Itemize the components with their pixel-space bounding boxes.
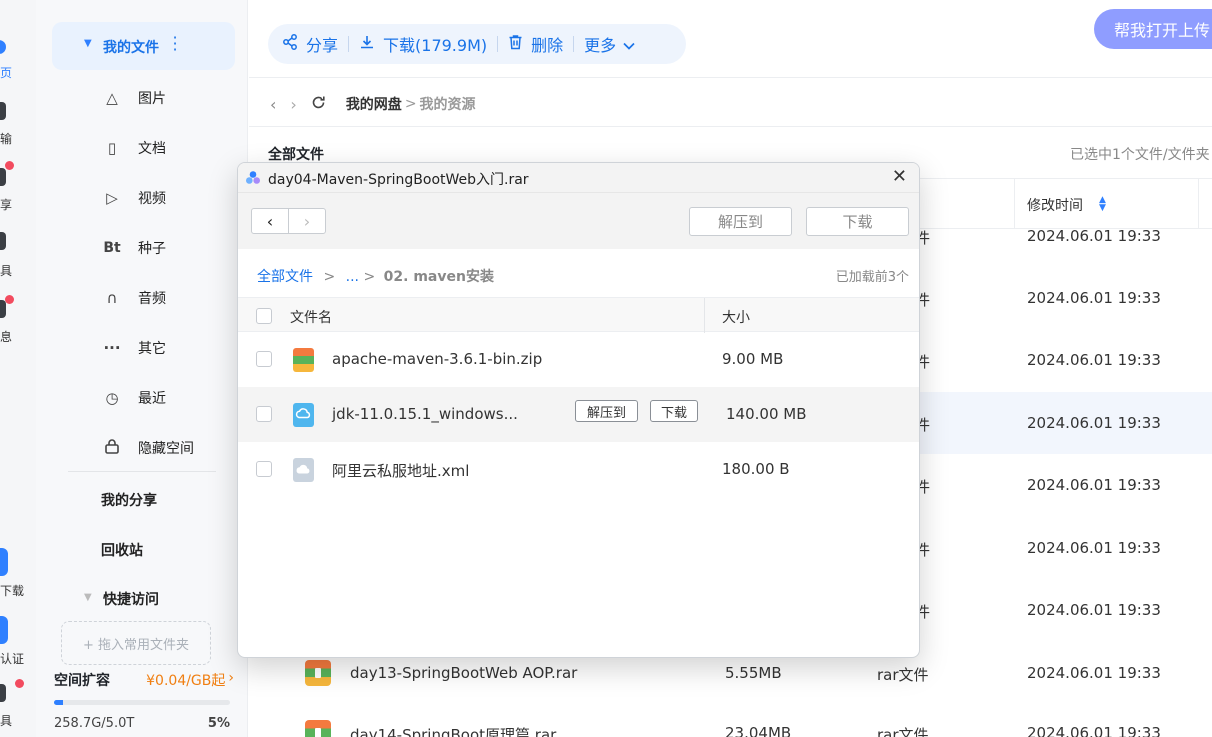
dialog-title-bar[interactable]: day04-Maven-SpringBootWeb入门.rar ✕	[238, 163, 919, 193]
more-button[interactable]: 更多	[584, 32, 635, 56]
chevron-right-icon: ›	[228, 670, 234, 686]
section-title: 全部文件	[268, 147, 324, 163]
quick-access-drop-zone[interactable]: + 拖入常用文件夹	[61, 621, 211, 665]
loaded-status: 已加载前3个	[835, 270, 909, 285]
forward-icon[interactable]: ›	[290, 95, 296, 114]
download-app-icon	[0, 548, 8, 576]
breadcrumb: ‹ › 我的网盘 > 我的资源	[270, 94, 476, 114]
divider	[573, 36, 575, 52]
storage-info: 258.7G/5.0T 5%	[54, 716, 230, 731]
breadcrumb-root[interactable]: 我的网盘	[346, 94, 402, 114]
refresh-icon[interactable]	[311, 95, 326, 114]
storage-progress-fill	[54, 700, 63, 705]
forward-button[interactable]: ›	[288, 209, 325, 233]
chevron-down-icon	[623, 35, 635, 54]
more-vertical-icon[interactable]: · · ·	[172, 30, 178, 58]
nav-item-docs[interactable]: ▯ 文档	[102, 136, 166, 160]
dialog-crumb-current: 02. maven安装	[383, 269, 494, 285]
archive-preview-dialog: day04-Maven-SpringBootWeb入门.rar ✕ ‹ › 解压…	[237, 162, 920, 658]
open-upload-assistant-button[interactable]: 帮我打开上传	[1094, 9, 1212, 49]
dialog-breadcrumb: 全部文件 > ... > 02. maven安装	[257, 269, 494, 285]
file-toolbar: 分享 下载(179.9M) 删除 更多	[268, 24, 686, 64]
storage-progress-bar	[54, 700, 230, 705]
cloud-file-icon	[293, 458, 314, 482]
breadcrumb-current: 我的资源	[419, 97, 476, 113]
toolbox-icon	[0, 232, 6, 250]
dialog-crumb-ellipsis[interactable]: ...	[346, 269, 359, 285]
verify-icon	[0, 616, 8, 644]
chevron-down-icon[interactable]: ▼	[84, 38, 92, 49]
nav-panel: ▼ 我的文件 · · · △ 图片 ▯ 文档 ▷ 视频 Bt 种子 ∩ 音频 ···…	[36, 0, 248, 737]
dialog-toolbar: ‹ › 解压到 下载	[238, 193, 919, 249]
row-download-button[interactable]: 下载	[650, 400, 698, 422]
tools-icon	[0, 684, 6, 702]
installer-icon	[293, 403, 314, 427]
message-icon	[0, 300, 6, 318]
list-item[interactable]: 阿里云私服地址.xml 180.00 B	[238, 442, 919, 497]
mountain-icon: △	[106, 89, 118, 107]
divider	[704, 298, 705, 333]
dialog-title: day04-Maven-SpringBootWeb入门.rar	[268, 172, 529, 188]
back-icon[interactable]: ‹	[270, 95, 276, 114]
nav-recycle-bin[interactable]: 回收站	[101, 540, 143, 560]
share-icon	[0, 168, 6, 186]
row-extract-button[interactable]: 解压到	[575, 400, 638, 422]
nav-item-video[interactable]: ▷ 视频	[102, 186, 166, 210]
row-checkbox[interactable]	[256, 461, 272, 477]
download-button[interactable]: 下载(179.9M)	[359, 32, 487, 56]
row-checkbox[interactable]	[256, 351, 272, 367]
ellipsis-icon: ···	[103, 339, 121, 357]
divider	[348, 36, 350, 52]
dialog-crumb-root[interactable]: 全部文件	[257, 269, 313, 285]
nav-my-share[interactable]: 我的分享	[101, 490, 157, 510]
notification-dot	[15, 679, 24, 688]
app-logo-icon	[245, 170, 261, 186]
nav-my-files[interactable]: ▼ 我的文件 · · ·	[52, 22, 235, 70]
chevron-down-icon[interactable]: ▼	[84, 592, 92, 603]
download-icon	[359, 34, 375, 54]
nav-quick-access[interactable]: 快捷访问	[103, 589, 159, 609]
divider	[249, 126, 1212, 127]
dialog-file-header: 文件名 大小	[238, 297, 919, 333]
divider	[68, 471, 216, 472]
nav-item-other[interactable]: ··· 其它	[102, 336, 166, 360]
delete-button[interactable]: 删除	[508, 32, 563, 56]
extract-to-button[interactable]: 解压到	[689, 207, 792, 236]
list-item[interactable]: apache-maven-3.6.1-bin.zip 9.00 MB	[238, 332, 919, 387]
nav-item-audio[interactable]: ∩ 音频	[102, 286, 167, 310]
document-icon: ▯	[107, 139, 117, 157]
notification-dot	[5, 295, 14, 304]
select-all-checkbox[interactable]	[256, 308, 272, 324]
left-rail: 页 输 享 具 息 下载 认证 具	[0, 0, 36, 737]
trash-icon	[508, 34, 523, 54]
dialog-nav-buttons: ‹ ›	[251, 208, 326, 234]
list-item-hovered[interactable]: jdk-11.0.15.1_windows... 解压到 下载 140.00 M…	[238, 387, 919, 442]
nav-item-torrent[interactable]: Bt 种子	[102, 236, 166, 260]
rar-file-icon	[305, 660, 331, 686]
nav-item-hidden-space[interactable]: 隐藏空间	[102, 436, 194, 460]
space-expand-row[interactable]: 空间扩容 ¥0.04/GB起 ›	[54, 670, 234, 690]
divider	[249, 77, 1212, 78]
notification-dot	[5, 161, 14, 170]
share-icon	[282, 34, 298, 54]
close-icon[interactable]: ✕	[892, 166, 907, 187]
nav-item-recent[interactable]: ◷ 最近	[102, 386, 166, 410]
selection-status: 已选中1个文件/文件夹	[1070, 147, 1210, 163]
rar-file-icon	[305, 720, 331, 737]
back-button[interactable]: ‹	[252, 209, 288, 233]
history-icon: ◷	[105, 389, 119, 407]
share-button[interactable]: 分享	[282, 32, 338, 56]
divider	[497, 36, 499, 52]
zip-icon	[293, 348, 314, 372]
nav-item-images[interactable]: △ 图片	[102, 86, 166, 110]
headphones-icon: ∩	[106, 289, 118, 307]
row-checkbox[interactable]	[256, 406, 272, 422]
table-row[interactable]: day14-SpringBoot原理篇.rar 23.04MB rar文件 20…	[249, 704, 1212, 737]
transfer-icon	[0, 102, 6, 120]
lock-icon	[102, 438, 122, 458]
torrent-icon: Bt	[103, 240, 121, 256]
home-icon	[0, 40, 6, 54]
dialog-download-button[interactable]: 下载	[806, 207, 909, 236]
play-icon: ▷	[106, 189, 118, 207]
